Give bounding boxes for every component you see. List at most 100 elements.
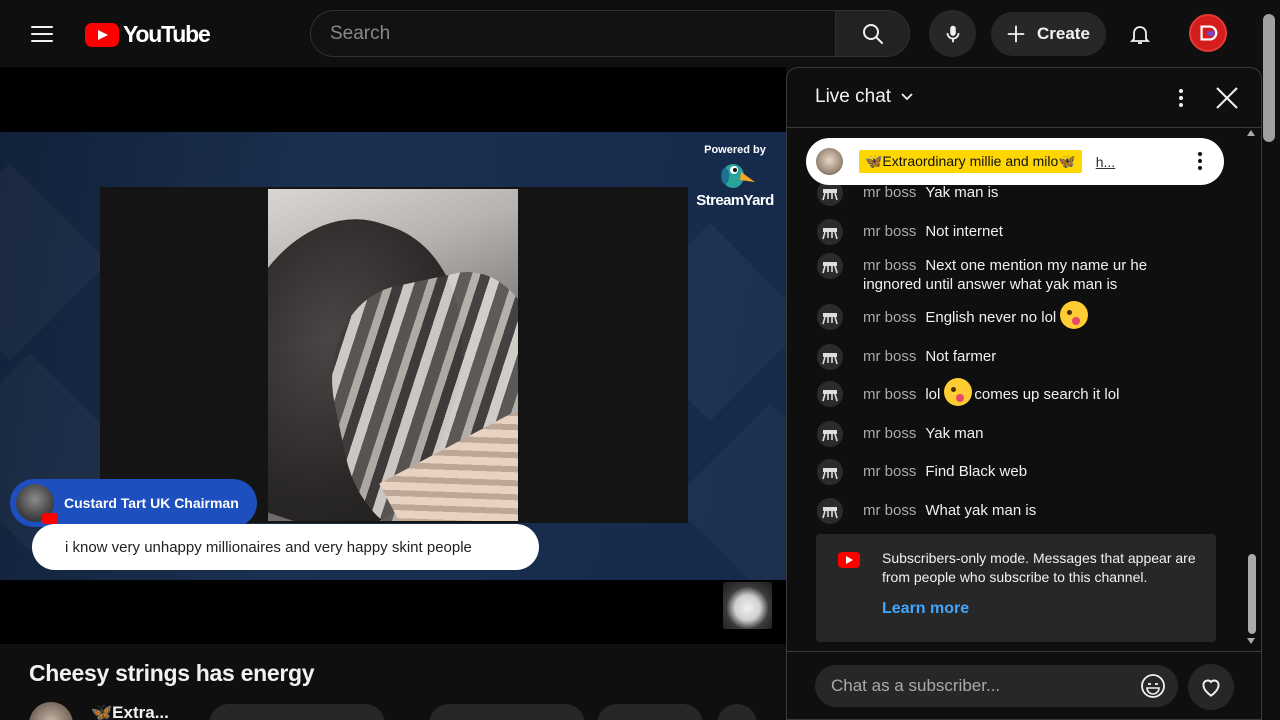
video-player[interactable]: Powered by StreamYard Custard Tart UK Ch… (0, 67, 786, 644)
pinned-author: 🦋Extraordinary millie and milo🦋 (859, 150, 1082, 173)
message-text: Yak man (925, 425, 984, 442)
message-author[interactable]: mr boss (863, 425, 916, 442)
video-meta-row: 🦋Extra... (29, 700, 789, 720)
create-button[interactable]: Create (991, 12, 1106, 56)
channel-avatar[interactable] (29, 702, 73, 720)
message-body: mr boss lol comes up search it lol (863, 378, 1203, 406)
avatar-logo-icon (1200, 25, 1218, 41)
message-text: Not farmer (925, 348, 997, 365)
video-title: Cheesy strings has energy (29, 660, 315, 686)
page-scrollbar[interactable] (1263, 14, 1275, 142)
channel-name[interactable]: 🦋Extra... (91, 703, 169, 720)
search-button[interactable] (835, 10, 910, 57)
chat-header: Live chat (787, 68, 1261, 128)
message-author[interactable]: mr boss (863, 257, 916, 274)
chat-input-box (815, 665, 1178, 707)
microphone-icon (946, 25, 959, 42)
more-actions-button[interactable] (717, 704, 757, 720)
live-chat-panel: Live chat mr boss Yak man is mr boss Not in… (786, 67, 1262, 720)
overlay-user-avatar (16, 484, 58, 524)
author-avatar[interactable] (817, 253, 843, 279)
message-text: Not internet (925, 223, 1003, 240)
streamyard-name: StreamYard (696, 192, 774, 209)
author-avatar[interactable] (817, 421, 843, 447)
youtube-play-icon (85, 22, 119, 47)
tongue-emoji-icon (944, 378, 973, 406)
message-body: mr boss Next one mention my name ur he in… (863, 256, 1203, 294)
message-body: mr boss Find Black web (863, 462, 1203, 481)
create-label: Create (1037, 24, 1090, 43)
notifications-button[interactable] (1118, 12, 1162, 56)
logo-text: YouTube (123, 21, 211, 47)
tongue-emoji-icon (1060, 301, 1089, 329)
scroll-up-arrow-icon[interactable] (1247, 130, 1255, 136)
author-avatar[interactable] (817, 498, 843, 524)
overlay-user-tag: Custard Tart UK Chairman (10, 479, 257, 527)
youtube-play-icon (838, 552, 860, 568)
author-avatar[interactable] (817, 459, 843, 485)
pinned-avatar (816, 148, 843, 175)
chevron-down-icon (901, 93, 913, 101)
message-author[interactable]: mr boss (863, 502, 916, 519)
account-avatar[interactable] (1189, 14, 1227, 52)
emoji-picker-icon[interactable] (1139, 672, 1167, 700)
share-button[interactable] (597, 704, 703, 720)
search-input[interactable] (311, 11, 836, 56)
channel-watermark[interactable] (723, 582, 772, 629)
chat-title: Live chat (815, 86, 892, 107)
message-author[interactable]: mr boss (863, 348, 916, 365)
message-body: mr boss Yak man is (863, 183, 1203, 202)
heart-icon (1202, 679, 1220, 697)
author-avatar[interactable] (817, 304, 843, 330)
message-text: Yak man is (925, 184, 999, 201)
menu-icon[interactable] (22, 14, 62, 54)
chat-scrollbar[interactable] (1248, 554, 1256, 634)
chat-mode-dropdown[interactable]: Live chat (815, 86, 915, 108)
masthead: YouTube Create (0, 0, 1280, 67)
overlay-message: i know very unhappy millionaires and ver… (32, 524, 539, 570)
message-author[interactable]: mr boss (863, 463, 916, 480)
subscribe-button[interactable] (209, 704, 385, 720)
powered-by-label: Powered by (704, 144, 766, 156)
streamyard-branding: Powered by StreamYard (692, 144, 778, 209)
message-author[interactable]: mr boss (863, 386, 916, 403)
message-author[interactable]: mr boss (863, 184, 916, 201)
pinned-text[interactable]: h... (1096, 154, 1115, 170)
author-avatar[interactable] (817, 381, 843, 407)
like-button[interactable] (429, 704, 585, 720)
bell-icon (1129, 26, 1151, 44)
camera-feed (100, 187, 688, 523)
scroll-down-arrow-icon[interactable] (1247, 638, 1255, 644)
voice-search-button[interactable] (929, 10, 976, 57)
close-icon[interactable] (1213, 84, 1241, 112)
chat-more-icon[interactable] (1167, 84, 1195, 112)
notice-text: Subscribers-only mode. Messages that app… (882, 550, 1196, 585)
message-text: English never no lol (925, 308, 1057, 326)
chat-footer (787, 651, 1261, 719)
message-author[interactable]: mr boss (863, 309, 916, 326)
message-text: lol (925, 385, 941, 403)
search-icon (862, 23, 883, 44)
heart-reaction-button[interactable] (1188, 664, 1234, 710)
message-text: comes up search it lol (974, 385, 1120, 403)
overlay-user-name: Custard Tart UK Chairman (64, 495, 239, 511)
learn-more-link[interactable]: Learn more (882, 600, 969, 618)
message-body: mr boss Not farmer (863, 347, 1203, 366)
message-text: What yak man is (925, 502, 1037, 519)
message-body: mr boss Yak man (863, 424, 1203, 443)
pinned-more-icon[interactable] (1198, 152, 1202, 170)
message-body: mr boss Not internet (863, 222, 1203, 241)
author-avatar[interactable] (817, 344, 843, 370)
message-author[interactable]: mr boss (863, 223, 916, 240)
subscribers-only-notice: Subscribers-only mode. Messages that app… (816, 534, 1216, 642)
youtube-logo[interactable]: YouTube (85, 21, 211, 48)
author-avatar[interactable] (817, 219, 843, 245)
pinned-message[interactable]: 🦋Extraordinary millie and milo🦋 h... (806, 138, 1224, 185)
chat-input[interactable] (815, 665, 1178, 707)
message-body: mr boss English never no lol (863, 301, 1203, 329)
search-box (310, 10, 836, 57)
plus-icon (1007, 25, 1025, 43)
streamyard-bird-icon (715, 160, 755, 192)
message-text: Find Black web (925, 463, 1028, 480)
message-body: mr boss What yak man is (863, 501, 1203, 520)
